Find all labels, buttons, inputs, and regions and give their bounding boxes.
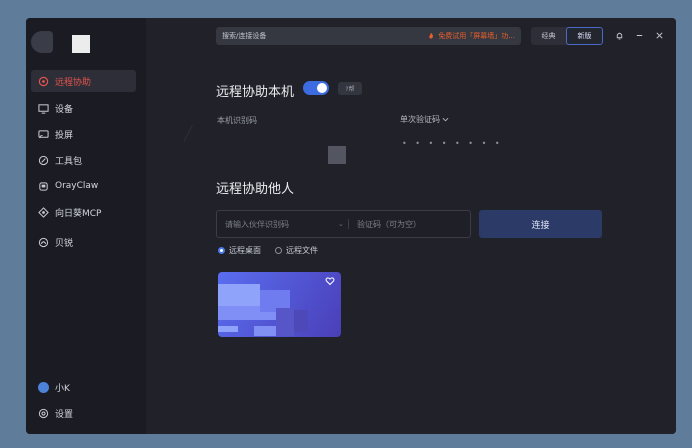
- connection-form: 请输入伙伴识别码 ⌄ 验证码（可为空）: [216, 210, 471, 238]
- sidebar: 远程协助 设备 投屏 工具包 OrayClaw 向日葵MCP 贝锐 小K 设置: [26, 18, 146, 434]
- claw-icon: [38, 181, 49, 192]
- chevron-down-icon[interactable]: ⌄: [338, 220, 344, 228]
- sidebar-item-label: 工具包: [55, 156, 83, 167]
- sidebar-item-label: 远程协助: [55, 77, 92, 88]
- oray-icon: [38, 237, 49, 248]
- verify-code-label: 单次验证码: [400, 115, 440, 124]
- sidebar-item-remote-assist[interactable]: 远程协助: [31, 70, 136, 92]
- sidebar-item-label: 向日葵MCP: [55, 208, 102, 219]
- toggle-knob: [317, 83, 327, 93]
- pixelated-thumbnail: [294, 310, 308, 332]
- sidebar-item-label: 设置: [55, 409, 74, 420]
- device-code-placeholder: [328, 146, 346, 164]
- watermark-icon: ╱: [184, 126, 193, 142]
- logo-mark: [31, 31, 53, 53]
- monitor-icon: [38, 103, 49, 114]
- chevron-down-icon: [442, 117, 449, 122]
- assist-self-toggle[interactable]: [303, 81, 329, 95]
- mode-toggle: 经典 新版: [531, 27, 603, 45]
- heart-icon[interactable]: [325, 276, 335, 286]
- connect-button[interactable]: 连接: [479, 210, 602, 238]
- close-icon[interactable]: [652, 28, 666, 42]
- remote-assist-icon: [38, 76, 49, 87]
- minimize-icon[interactable]: [632, 28, 646, 42]
- radio-label: 远程桌面: [229, 246, 261, 255]
- user-profile[interactable]: 小K: [31, 376, 136, 398]
- mode-classic-button[interactable]: 经典: [531, 27, 566, 45]
- logo-placeholder: [72, 35, 90, 53]
- search-text: 搜索/连接设备: [222, 32, 267, 40]
- toolbox-icon: [38, 155, 49, 166]
- sidebar-item-mcp[interactable]: 向日葵MCP: [31, 201, 136, 223]
- connection-type-radios: 远程桌面 远程文件: [218, 245, 332, 256]
- pixelated-thumbnail: [218, 284, 260, 306]
- fire-icon: [429, 32, 434, 39]
- partner-code-input[interactable]: 请输入伙伴识别码: [217, 219, 338, 230]
- promo-text: 免费试用「屏幕墙」功...: [438, 32, 515, 40]
- help-badge[interactable]: ?帮: [338, 82, 362, 95]
- recent-device-card[interactable]: [218, 272, 341, 337]
- promo-banner[interactable]: 免费试用「屏幕墙」功...: [427, 31, 515, 41]
- sidebar-item-oray[interactable]: 贝锐: [31, 231, 136, 253]
- radio-selected-icon: [218, 247, 225, 254]
- assist-self-title: 远程协助本机: [216, 85, 295, 100]
- avatar: [38, 381, 49, 393]
- radio-remote-file[interactable]: 远程文件: [275, 245, 318, 256]
- pixelated-thumbnail: [276, 308, 294, 336]
- verify-code-input[interactable]: 验证码（可为空）: [349, 219, 470, 230]
- user-name: 小K: [55, 383, 70, 394]
- verify-code-value: • • • • • • • •: [402, 139, 503, 148]
- radio-remote-desktop[interactable]: 远程桌面: [218, 245, 261, 256]
- sidebar-item-label: OrayClaw: [55, 181, 99, 191]
- mcp-icon: [38, 206, 49, 218]
- pixelated-thumbnail: [218, 326, 238, 332]
- sidebar-item-cast[interactable]: 投屏: [31, 123, 136, 145]
- app-window: 远程协助 设备 投屏 工具包 OrayClaw 向日葵MCP 贝锐 小K 设置 …: [26, 18, 676, 434]
- verify-code-dropdown[interactable]: 单次验证码: [400, 114, 449, 125]
- sidebar-item-settings[interactable]: 设置: [31, 402, 136, 424]
- pixelated-thumbnail: [254, 326, 276, 336]
- top-bar: 搜索/连接设备 免费试用「屏幕墙」功... 经典 新版: [146, 18, 676, 54]
- assist-other-title: 远程协助他人: [216, 182, 295, 197]
- radio-label: 远程文件: [286, 246, 318, 255]
- mode-new-button[interactable]: 新版: [566, 27, 603, 45]
- radio-unselected-icon: [275, 247, 282, 254]
- gear-icon: [38, 408, 49, 419]
- sidebar-item-label: 投屏: [55, 130, 74, 141]
- cast-icon: [38, 129, 49, 140]
- sidebar-item-label: 设备: [55, 104, 74, 115]
- bell-icon[interactable]: [612, 28, 626, 42]
- main-panel: 搜索/连接设备 免费试用「屏幕墙」功... 经典 新版 ╱ 远程协助本机 ?帮 …: [146, 18, 676, 434]
- search-input[interactable]: 搜索/连接设备 免费试用「屏幕墙」功...: [216, 27, 521, 45]
- sidebar-item-toolbox[interactable]: 工具包: [31, 149, 136, 171]
- app-logo: [31, 31, 131, 59]
- device-code-label: 本机识别码: [217, 116, 257, 125]
- sidebar-item-label: 贝锐: [55, 238, 74, 249]
- sidebar-item-orayclaw[interactable]: OrayClaw: [31, 175, 136, 197]
- sidebar-item-devices[interactable]: 设备: [31, 97, 136, 119]
